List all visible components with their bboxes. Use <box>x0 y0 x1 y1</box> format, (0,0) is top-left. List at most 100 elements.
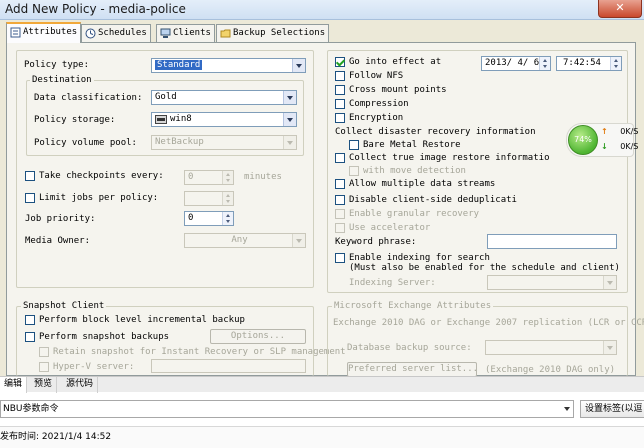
tab-clients[interactable]: Clients <box>156 24 215 42</box>
tab-attributes-label: Attributes <box>23 27 78 37</box>
media-owner-select[interactable]: Any <box>184 233 306 248</box>
collect-true-image-label: Collect true image restore informatio <box>349 153 550 163</box>
move-detection-checkbox[interactable] <box>349 166 359 176</box>
encryption-label: Encryption <box>349 113 404 123</box>
keyword-phrase-label: Keyword phrase: <box>335 237 417 247</box>
title-bar: Add New Policy - media-police ✕ <box>0 0 644 20</box>
accelerator-label: Use accelerator <box>349 223 431 233</box>
chevron-down-icon[interactable] <box>562 401 573 417</box>
spin-arrows-icon[interactable] <box>222 212 233 225</box>
policy-volume-pool-value: NetBackup <box>155 137 204 147</box>
window-title: Add New Policy - media-police <box>5 2 186 16</box>
db-backup-source-select[interactable] <box>485 340 617 355</box>
snapshot-backups-checkbox[interactable] <box>25 332 35 342</box>
bare-metal-checkbox[interactable] <box>349 140 359 150</box>
job-priority-stepper[interactable]: 0 <box>184 211 234 226</box>
policy-type-select[interactable]: Standard <box>151 58 306 73</box>
snapshot-backups-label: Perform snapshot backups <box>39 332 170 342</box>
go-into-effect-checkbox[interactable] <box>335 57 345 67</box>
block-level-checkbox[interactable] <box>25 315 35 325</box>
spin-arrows-icon[interactable] <box>222 171 233 184</box>
limit-jobs-label: Limit jobs per policy: <box>39 193 159 203</box>
download-arrow-icon: ↓ <box>601 142 608 151</box>
upload-arrow-icon: ↑ <box>601 127 608 136</box>
cross-mount-checkbox[interactable] <box>335 85 345 95</box>
disable-dedup-label: Disable client-side deduplicati <box>349 195 517 205</box>
spin-arrows-icon[interactable] <box>222 192 233 205</box>
compression-checkbox[interactable] <box>335 99 345 109</box>
hyperv-input[interactable] <box>151 359 306 373</box>
tag-input[interactable]: NBU参数命令 <box>0 400 574 418</box>
checkpoints-value: 0 <box>188 172 194 182</box>
chevron-down-icon[interactable] <box>292 59 305 72</box>
network-speed-widget[interactable]: 74% ↑ 0K/S ↓ 0K/S <box>566 123 638 157</box>
preferred-server-note: (Exchange 2010 DAG only) <box>485 365 616 375</box>
media-owner-label: Media Owner: <box>25 236 91 246</box>
hyperv-checkbox[interactable] <box>39 362 49 372</box>
limit-jobs-checkbox[interactable] <box>25 193 35 203</box>
snapshot-client-label: Snapshot Client <box>21 301 107 311</box>
effective-date-field[interactable]: 2013/ 4/ 6 <box>481 56 551 71</box>
minutes-label: minutes <box>244 172 282 182</box>
preferred-server-button[interactable]: Preferred server list... <box>347 362 478 377</box>
upload-rate: 0K/S <box>620 127 639 136</box>
tab-attributes[interactable]: Attributes <box>6 22 82 43</box>
editor-tab-source[interactable]: 源代码 <box>62 377 99 393</box>
destination-label: Destination <box>30 75 94 85</box>
disable-dedup-checkbox[interactable] <box>335 195 345 205</box>
exchange-label: Microsoft Exchange Attributes <box>332 301 494 311</box>
download-rate: 0K/S <box>620 142 639 151</box>
enable-indexing-label: Enable indexing for search <box>349 253 490 263</box>
network-percent: 74% <box>568 125 598 155</box>
schedules-icon <box>85 28 96 39</box>
job-priority-value: 0 <box>188 213 194 223</box>
editor-tabs: 编辑 预览 源代码 <box>0 376 644 393</box>
close-button[interactable]: ✕ <box>598 0 642 18</box>
chevron-down-icon[interactable] <box>283 113 296 126</box>
db-backup-source-label: Database backup source: <box>347 343 472 353</box>
take-checkpoints-label: Take checkpoints every: <box>39 171 164 181</box>
limit-jobs-stepper[interactable] <box>184 191 234 206</box>
collect-true-image-checkbox[interactable] <box>335 153 345 163</box>
spin-arrows-icon[interactable] <box>539 57 550 70</box>
snapshot-options-button[interactable]: Options... <box>210 329 306 344</box>
exchange-replication-label: Exchange 2010 DAG or Exchange 2007 repli… <box>333 318 644 328</box>
tab-schedules[interactable]: Schedules <box>81 24 151 42</box>
policy-storage-select[interactable]: win8 <box>151 112 297 127</box>
accelerator-checkbox[interactable] <box>335 223 345 233</box>
enable-indexing-checkbox[interactable] <box>335 253 345 263</box>
move-detection-label: with move detection <box>363 166 466 176</box>
download-row: ↓ 0K/S <box>601 142 638 151</box>
granular-recovery-checkbox[interactable] <box>335 209 345 219</box>
tag-row: NBU参数命令 设置标签(以逗 <box>0 398 644 420</box>
multiple-streams-checkbox[interactable] <box>335 179 345 189</box>
set-tags-button[interactable]: 设置标签(以逗 <box>580 400 644 418</box>
checkpoints-stepper[interactable]: 0 <box>184 170 234 185</box>
effective-time-value: 7:42:54 <box>563 58 601 68</box>
keyword-phrase-input[interactable] <box>487 234 617 249</box>
take-checkpoints-checkbox[interactable] <box>25 171 35 181</box>
policy-volume-pool-select[interactable]: NetBackup <box>151 135 297 150</box>
tab-backup-selections-label: Backup Selections <box>233 28 326 38</box>
spin-arrows-icon[interactable] <box>610 57 621 70</box>
editor-tab-edit[interactable]: 编辑 <box>0 377 28 393</box>
encryption-checkbox[interactable] <box>335 113 345 123</box>
policy-volume-pool-label: Policy volume pool: <box>34 138 137 148</box>
chevron-down-icon <box>603 276 616 289</box>
data-classification-select[interactable]: Gold <box>151 90 297 105</box>
follow-nfs-checkbox[interactable] <box>335 71 345 81</box>
indexing-server-label: Indexing Server: <box>349 278 436 288</box>
retain-snapshot-checkbox[interactable] <box>39 347 49 357</box>
follow-nfs-label: Follow NFS <box>349 71 404 81</box>
editor-tab-preview[interactable]: 预览 <box>30 377 58 393</box>
granular-recovery-label: Enable granular recovery <box>349 209 480 219</box>
tab-schedules-label: Schedules <box>98 28 147 38</box>
tab-backup-selections[interactable]: Backup Selections <box>216 24 330 42</box>
retain-snapshot-label: Retain snapshot for Instant Recovery or … <box>53 347 346 357</box>
chevron-down-icon[interactable] <box>283 91 296 104</box>
block-level-label: Perform block level incremental backup <box>39 315 245 325</box>
multiple-streams-label: Allow multiple data streams <box>349 179 496 189</box>
chevron-down-icon <box>292 234 305 247</box>
effective-time-field[interactable]: 7:42:54 <box>556 56 622 71</box>
indexing-server-select[interactable] <box>487 275 617 290</box>
